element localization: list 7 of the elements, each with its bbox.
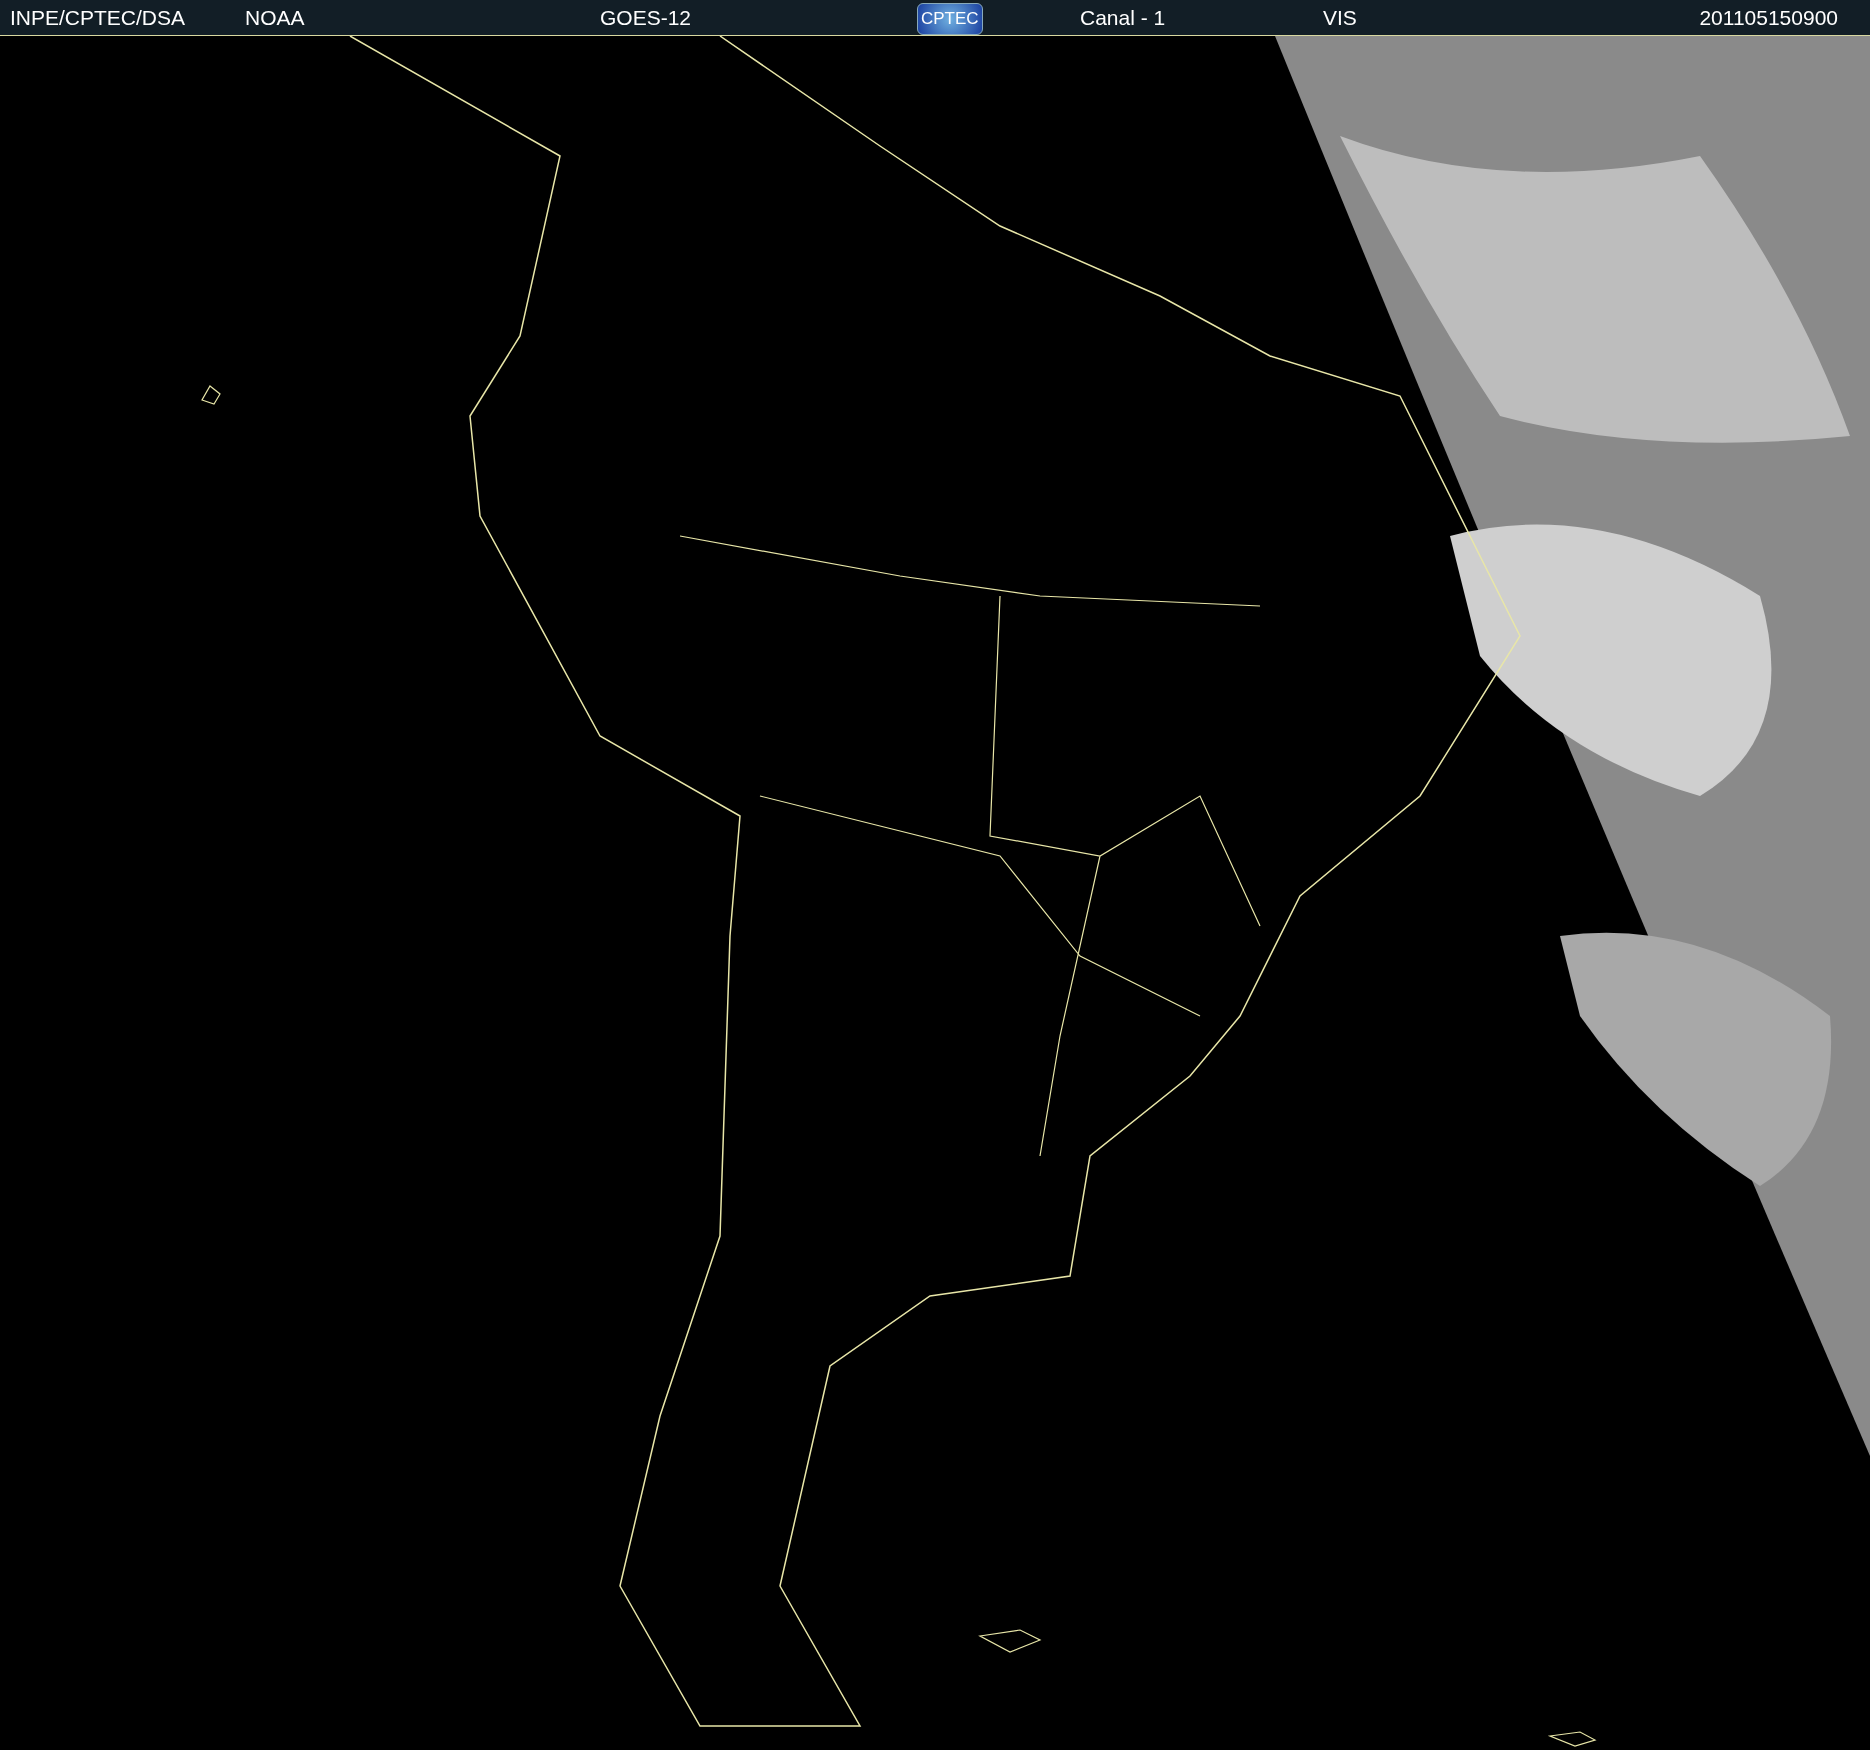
logo: CPTEC	[917, 2, 983, 35]
timestamp-label: 201105150900	[1699, 5, 1838, 29]
source-label: INPE/CPTEC/DSA	[10, 5, 186, 29]
channel-label: Canal - 1	[1080, 5, 1166, 29]
band-label: VIS	[1323, 5, 1357, 29]
satellite-label: GOES-12	[600, 5, 692, 29]
agency-label: NOAA	[245, 5, 305, 29]
